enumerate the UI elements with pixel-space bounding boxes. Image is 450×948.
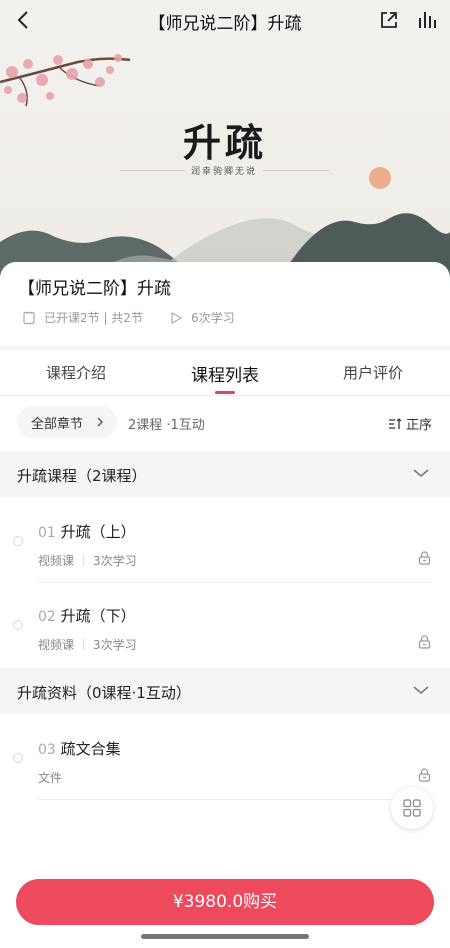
home-indicator [141,934,309,939]
buy-button[interactable]: ¥3980.0购买 [16,879,434,925]
lesson-number: 02 [38,609,56,625]
lesson-name: 升疏（上） [60,523,136,541]
lesson-meta: 视频课 3次学习 [38,552,137,569]
lesson-type: 视频课 [38,638,75,652]
lesson-meta: 视频课 3次学习 [38,636,137,653]
learners-meta: 6次学习 [190,311,235,325]
lesson-title: 02 升疏（下） [38,605,136,626]
sort-button[interactable]: 正序 [388,414,432,433]
section-header[interactable]: 升疏课程（2课程） [0,451,450,497]
chevron-down-icon [413,469,429,478]
section-header[interactable]: 升疏资料（0课程·1互动） [0,668,450,714]
chevron-down-icon [413,686,429,695]
lesson-type: 文件 [38,771,63,785]
lesson-count: 3次学习 [93,638,137,652]
lock-icon [418,551,431,565]
banner-title: 升疏 [182,120,267,165]
lesson-title: 03 疏文合集 [38,738,121,759]
lesson-name: 疏文合集 [60,740,121,758]
lesson-number: 01 [38,525,56,541]
sort-label: 正序 [406,418,433,433]
chapter-filter-label: 全部章节 [31,416,84,432]
lesson-number: 03 [38,742,56,758]
course-info-card: 【师兄说二阶】升疏 已开课2节 | 共2节 6次学习 [0,262,450,350]
lesson-count: 3次学习 [93,554,137,568]
bar-chart-icon[interactable] [416,9,438,31]
lesson-meta: 文件 [38,769,62,786]
lesson-item[interactable]: 03 疏文合集 文件 [0,716,450,800]
timeline-dot [13,753,23,763]
lessons-meta: 已开课2节 | 共2节 [44,311,143,325]
lock-icon [418,768,431,782]
tab-user-reviews[interactable]: 用户评价 [343,362,403,383]
lock-icon [418,635,431,649]
grid-menu-button[interactable] [391,787,433,829]
content-summary: 2课程 ·1互动 [128,418,205,433]
course-meta: 已开课2节 | 共2节 6次学习 [22,309,235,326]
grid-icon [403,799,421,817]
lesson-item[interactable]: 02 升疏（下） 视频课 3次学习 [0,583,450,667]
lesson-type: 视频课 [38,554,75,568]
share-icon[interactable] [378,9,400,31]
chevron-right-icon [97,417,103,427]
banner-subtitle: 润幸驹卿无说 [185,164,264,177]
tab-course-intro[interactable]: 课程介绍 [46,362,106,383]
section-title: 升疏资料（0课程·1互动） [17,684,191,702]
tab-bar: 课程介绍 课程列表 用户评价 [0,350,450,396]
document-icon [23,311,35,324]
play-icon [171,311,183,324]
filter-row: 全部章节 2课程 ·1互动 正序 [0,396,450,451]
row-divider [38,799,432,800]
section-title: 升疏课程（2课程） [17,467,147,485]
timeline-dot [13,536,23,546]
lesson-name: 升疏（下） [60,607,136,625]
tab-course-list[interactable]: 课程列表 [191,361,259,386]
course-title: 【师兄说二阶】升疏 [18,279,171,299]
lesson-title: 01 升疏（上） [38,521,136,542]
timeline-dot [13,620,23,630]
lesson-item[interactable]: 01 升疏（上） 视频课 3次学习 [0,499,450,583]
top-bar: 【师兄说二阶】升疏 [0,0,450,42]
course-banner: 升疏 润幸驹卿无说 [0,42,450,278]
sort-icon [389,417,402,429]
active-tab-indicator [215,391,235,394]
chapter-filter-button[interactable]: 全部章节 [17,406,117,438]
